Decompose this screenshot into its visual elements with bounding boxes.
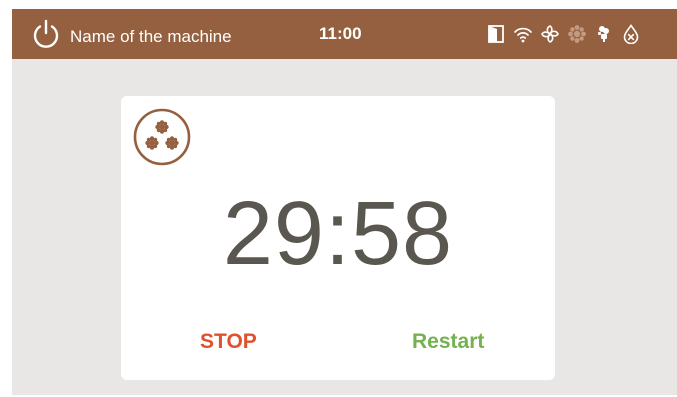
heater-inactive-icon bbox=[567, 24, 587, 44]
wifi-icon bbox=[513, 24, 533, 44]
door-icon bbox=[486, 24, 506, 44]
machine-name: Name of the machine bbox=[70, 27, 232, 46]
fan-icon bbox=[540, 24, 560, 44]
timer-card: 29:58 STOP Restart bbox=[121, 96, 555, 380]
triple-flower-icon bbox=[133, 108, 191, 166]
status-icons bbox=[486, 23, 648, 45]
steam-icon bbox=[594, 24, 614, 44]
top-status-bar: Name of the machine 11:00 bbox=[12, 9, 677, 59]
clock-time: 11:00 bbox=[319, 24, 362, 43]
water-drop-icon bbox=[621, 24, 641, 44]
restart-button[interactable]: Restart bbox=[412, 329, 484, 355]
machine-screen: Name of the machine 11:00 29:58 STOP Res… bbox=[12, 9, 677, 395]
stop-button[interactable]: STOP bbox=[200, 329, 257, 355]
power-icon[interactable] bbox=[30, 18, 62, 50]
countdown-timer: 29:58 bbox=[222, 184, 454, 284]
